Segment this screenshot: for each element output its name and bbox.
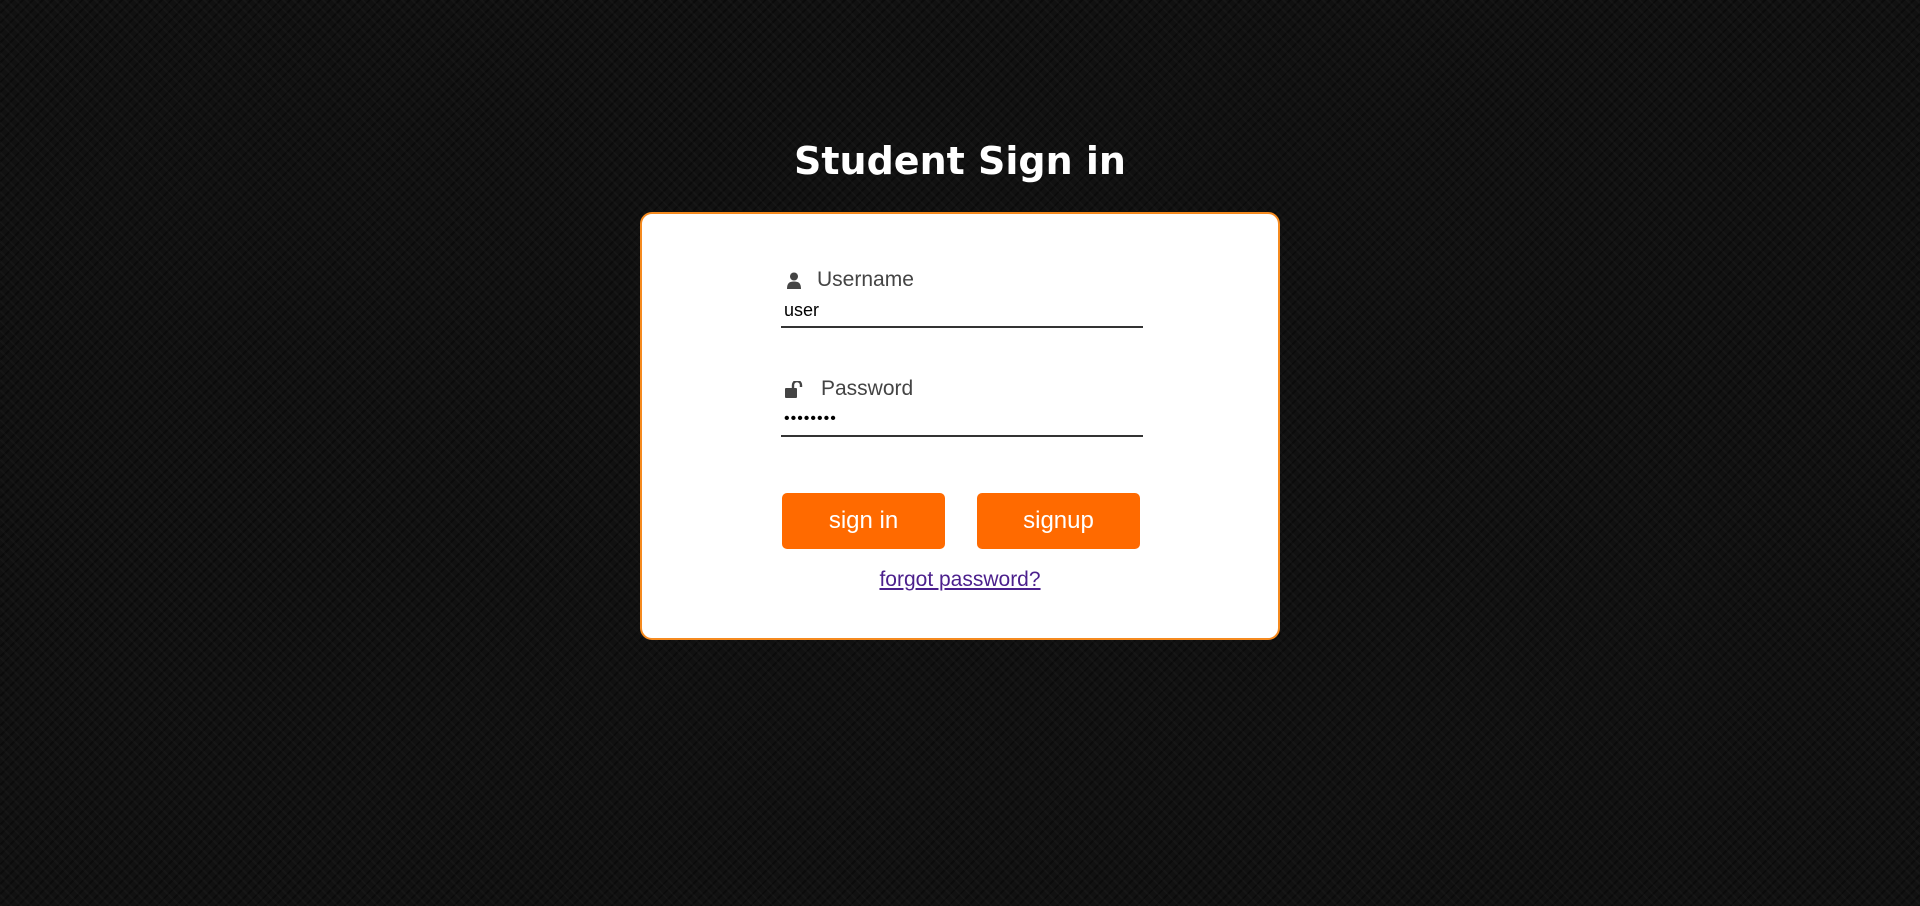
unlock-icon xyxy=(785,379,803,399)
username-label: Username xyxy=(817,268,914,291)
signin-card: Username Password sign in signup forgot … xyxy=(640,212,1280,640)
forgot-password-link[interactable]: forgot password? xyxy=(879,568,1040,591)
username-label-row: Username xyxy=(781,264,1143,296)
password-field-group: Password xyxy=(781,373,1143,437)
username-input[interactable] xyxy=(781,296,1143,328)
user-icon xyxy=(785,270,803,290)
username-field-group: Username xyxy=(781,264,1143,328)
password-label: Password xyxy=(821,377,914,400)
forgot-password-row: forgot password? xyxy=(642,568,1278,592)
page-title: Student Sign in xyxy=(794,139,1126,183)
signup-button[interactable]: signup xyxy=(977,493,1140,549)
password-label-row: Password xyxy=(781,373,1143,405)
password-input[interactable] xyxy=(781,405,1143,437)
signin-button[interactable]: sign in xyxy=(782,493,945,549)
